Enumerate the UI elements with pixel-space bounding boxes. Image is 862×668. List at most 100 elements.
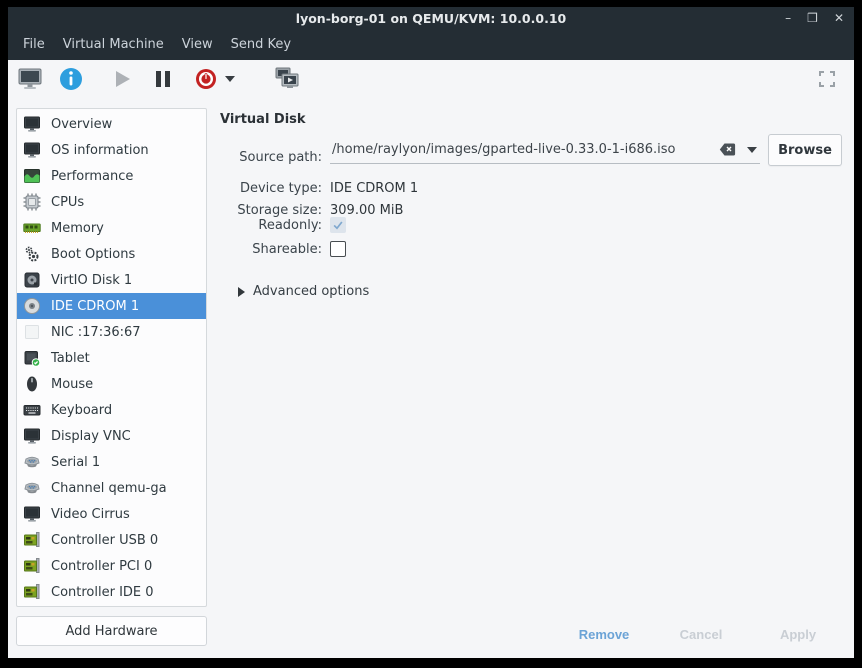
sidebar-item-virtio-disk-1[interactable]: VirtIO Disk 1	[17, 267, 206, 293]
source-path-input[interactable]: /home/raylyon/images/gparted-live-0.33.0…	[330, 137, 760, 164]
info-icon	[59, 67, 83, 91]
fullscreen-button[interactable]	[813, 65, 841, 93]
sidebar-item-keyboard[interactable]: Keyboard	[17, 397, 206, 423]
fullscreen-icon	[818, 70, 836, 88]
memory-icon	[23, 219, 41, 237]
sidebar-item-display-vnc[interactable]: Display VNC	[17, 423, 206, 449]
menu-view[interactable]: View	[173, 31, 222, 58]
cdrom-icon	[23, 297, 41, 315]
sidebar-item-cpus[interactable]: CPUs	[17, 189, 206, 215]
console-button[interactable]	[16, 65, 44, 93]
sidebar-item-controller-ide-0[interactable]: Controller IDE 0	[17, 579, 206, 605]
sidebar-item-video-cirrus[interactable]: Video Cirrus	[17, 501, 206, 527]
menu-virtual-machine[interactable]: Virtual Machine	[54, 31, 173, 58]
serial-icon	[23, 453, 41, 471]
menubar: File Virtual Machine View Send Key	[8, 29, 854, 60]
sidebar-item-ide-cdrom-1[interactable]: IDE CDROM 1	[17, 293, 206, 319]
sidebar-item-tablet[interactable]: Tablet	[17, 345, 206, 371]
sidebar-item-controller-usb-0[interactable]: Controller USB 0	[17, 527, 206, 553]
add-hardware-button[interactable]: Add Hardware	[16, 616, 207, 646]
shutdown-menu-button[interactable]	[220, 65, 240, 93]
sidebar-item-boot-options[interactable]: Boot Options	[17, 241, 206, 267]
storage-size-label: Storage size:	[216, 203, 322, 218]
minimize-button[interactable]: –	[785, 12, 791, 24]
shareable-label: Shareable:	[216, 242, 322, 257]
menu-send-key[interactable]: Send Key	[222, 31, 300, 58]
sidebar-item-memory[interactable]: Memory	[17, 215, 206, 241]
add-hardware-label: Add Hardware	[65, 624, 157, 639]
device-type-label: Device type:	[216, 181, 322, 196]
power-icon	[195, 68, 217, 90]
mouse-icon	[23, 375, 41, 393]
close-button[interactable]: ✕	[834, 12, 844, 24]
cpu-icon	[23, 193, 41, 211]
sidebar-item-label: Controller PCI 0	[51, 559, 152, 574]
sidebar-item-label: Boot Options	[51, 247, 135, 262]
remove-button[interactable]: Remove	[559, 620, 649, 648]
sidebar-item-label: Performance	[51, 169, 133, 184]
monitor-icon	[23, 115, 41, 133]
page-title: Virtual Disk	[220, 112, 306, 127]
expander-arrow-icon	[238, 287, 245, 297]
sidebar-item-label: OS information	[51, 143, 149, 158]
shutdown-button[interactable]	[192, 65, 220, 93]
sidebar-item-nic[interactable]: NIC :17:36:67	[17, 319, 206, 345]
menu-file[interactable]: File	[14, 31, 54, 58]
sidebar-item-partial[interactable]	[17, 605, 206, 607]
pause-button[interactable]	[149, 65, 177, 93]
sidebar-item-os-information[interactable]: OS information	[17, 137, 206, 163]
advanced-options-label: Advanced options	[253, 284, 369, 299]
run-button[interactable]	[108, 65, 136, 93]
sidebar-item-label: Video Cirrus	[51, 507, 130, 522]
hardware-list: Overview OS information Performance CPUs…	[16, 108, 207, 607]
cancel-button: Cancel	[656, 620, 746, 648]
sidebar-item-label: Controller IDE 0	[51, 585, 154, 600]
sidebar-item-controller-pci-0[interactable]: Controller PCI 0	[17, 553, 206, 579]
sidebar-item-label: IDE CDROM 1	[51, 299, 139, 314]
vm-windows-button[interactable]	[273, 65, 301, 93]
titlebar: lyon-borg-01 on QEMU/KVM: 10.0.0.10 – ❒ …	[8, 7, 854, 29]
advanced-options-expander[interactable]: Advanced options	[238, 284, 369, 299]
monitor-icon	[17, 67, 43, 91]
readonly-checkbox	[330, 217, 346, 233]
monitor-icon	[23, 141, 41, 159]
storage-size-value: 309.00 MiB	[330, 203, 403, 218]
sidebar-item-mouse[interactable]: Mouse	[17, 371, 206, 397]
sidebar-item-label: VirtIO Disk 1	[51, 273, 132, 288]
source-path-label: Source path:	[216, 150, 322, 165]
sidebar-item-label: Mouse	[51, 377, 93, 392]
clear-backspace-icon[interactable]	[719, 142, 736, 161]
sidebar-item-label: Display VNC	[51, 429, 131, 444]
shareable-checkbox[interactable]	[330, 241, 346, 257]
sidebar-item-channel-qemu-ga[interactable]: Channel qemu-ga	[17, 475, 206, 501]
boot-options-icon	[23, 245, 41, 263]
browse-label: Browse	[778, 143, 832, 158]
tablet-icon	[23, 349, 41, 367]
sidebar-item-label: Memory	[51, 221, 104, 236]
sidebar-item-label: Overview	[51, 117, 112, 132]
check-icon	[332, 219, 344, 231]
sidebar-item-label: Keyboard	[51, 403, 112, 418]
play-icon	[112, 69, 132, 89]
nic-icon	[23, 323, 41, 341]
sidebar-item-label: Serial 1	[51, 455, 100, 470]
sidebar-item-serial-1[interactable]: Serial 1	[17, 449, 206, 475]
sidebar-item-overview[interactable]: Overview	[17, 111, 206, 137]
controller-icon	[23, 531, 41, 549]
dual-monitor-icon	[274, 66, 300, 92]
toolbar	[8, 60, 854, 100]
keyboard-icon	[23, 401, 41, 419]
controller-icon	[23, 583, 41, 601]
performance-icon	[23, 167, 41, 185]
details-button[interactable]	[57, 65, 85, 93]
device-type-value: IDE CDROM 1	[330, 181, 418, 196]
sidebar-item-label: CPUs	[51, 195, 84, 210]
browse-button[interactable]: Browse	[768, 134, 842, 166]
sidebar-item-label: NIC :17:36:67	[51, 325, 141, 340]
virt-manager-window: lyon-borg-01 on QEMU/KVM: 10.0.0.10 – ❒ …	[8, 7, 854, 658]
maximize-button[interactable]: ❒	[807, 12, 818, 24]
disk-icon	[23, 271, 41, 289]
pause-icon	[155, 70, 171, 88]
sidebar-item-performance[interactable]: Performance	[17, 163, 206, 189]
chevron-down-icon[interactable]	[747, 147, 757, 153]
